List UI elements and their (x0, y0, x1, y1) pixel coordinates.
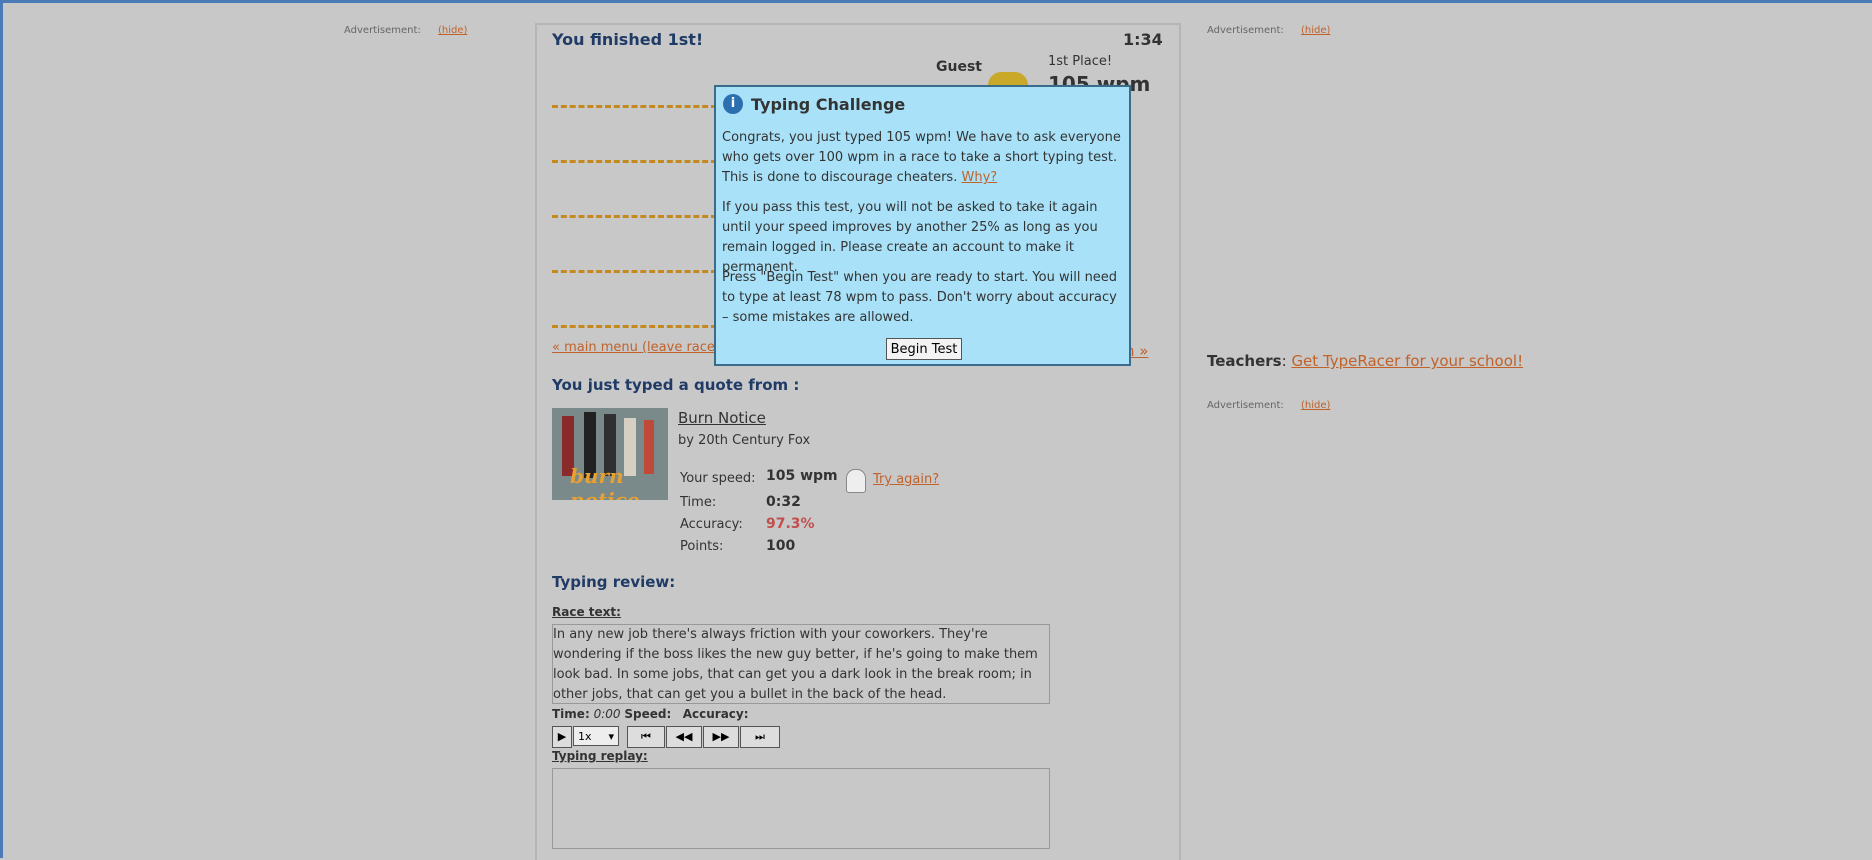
quote-author: by 20th Century Fox (678, 433, 811, 448)
try-again-link[interactable]: Try again? (873, 472, 939, 487)
skip-to-end-icon[interactable]: ⏭ (740, 726, 780, 748)
dialog-text-1: Congrats, you just typed 105 wpm! We hav… (722, 130, 1121, 185)
replay-time-label: Time: (552, 707, 590, 721)
teachers-promo: Teachers: Get TypeRacer for your school! (1207, 352, 1524, 370)
dialog-paragraph-2: If you pass this test, you will not be a… (722, 200, 1098, 275)
time-value: 0:32 (766, 494, 801, 510)
typing-replay-label: Typing replay: (552, 749, 648, 763)
replay-speed-label: Speed: (624, 707, 672, 721)
replay-time-value: 0:00 (593, 707, 621, 721)
info-icon: i (723, 94, 743, 114)
points-label: Points: (680, 539, 724, 554)
quote-title-link[interactable]: Burn Notice (678, 409, 766, 427)
replay-accuracy-label: Accuracy: (682, 707, 749, 721)
teachers-link[interactable]: Get TypeRacer for your school! (1291, 352, 1523, 370)
typing-replay-box (552, 768, 1050, 849)
ad-label-text: Advertisement: (344, 25, 421, 36)
ad-label-right-lower: Advertisement: (hide) (1207, 400, 1330, 411)
rewind-icon[interactable]: ◀◀ (666, 726, 702, 748)
accuracy-label: Accuracy: (680, 517, 743, 532)
race-text-label: Race text: (552, 605, 621, 619)
ad-label-text: Advertisement: (1207, 400, 1284, 411)
points-value: 100 (766, 538, 796, 554)
speed-value: 105 wpm (766, 468, 838, 484)
dialog-title: Typing Challenge (751, 95, 906, 114)
race-track-lane (552, 215, 717, 218)
typing-challenge-dialog: i Typing Challenge Congrats, you just ty… (714, 85, 1131, 366)
ghost-icon[interactable] (846, 469, 866, 493)
race-timer: 1:34 (1123, 30, 1163, 49)
play-icon[interactable]: ▶ (552, 726, 572, 748)
race-track-lane (552, 105, 717, 108)
race-track-lane (552, 270, 717, 273)
replay-stats-line: Time: 0:00 Speed: Accuracy: (552, 707, 749, 721)
ad-hide-link[interactable]: (hide) (1301, 400, 1330, 411)
ad-hide-link[interactable]: (hide) (1301, 25, 1330, 36)
player-place: 1st Place! (1048, 54, 1113, 69)
time-label: Time: (680, 495, 717, 510)
typing-review-heading: Typing review: (552, 573, 676, 591)
speed-label: Your speed: (680, 471, 756, 486)
quote-poster-image: burn notice (552, 408, 668, 500)
accuracy-value: 97.3% (766, 516, 815, 532)
ad-label-left: Advertisement: (hide) (344, 25, 467, 36)
poster-logo: burn notice (570, 464, 640, 500)
fast-forward-icon[interactable]: ▶▶ (703, 726, 739, 748)
ad-label-right: Advertisement: (hide) (1207, 25, 1330, 36)
browser-left-edge (0, 0, 3, 858)
teachers-label: Teachers (1207, 352, 1282, 370)
begin-test-button[interactable]: Begin Test (886, 338, 962, 360)
speed-select-value: 1x (578, 730, 592, 743)
main-menu-link[interactable]: « main menu (leave race) (552, 340, 720, 355)
race-track-lane (552, 160, 717, 163)
race-text-box[interactable]: In any new job there's always friction w… (552, 624, 1050, 704)
quote-heading: You just typed a quote from : (552, 376, 800, 394)
player-name: Guest (936, 59, 982, 75)
chevron-down-icon: ▾ (608, 730, 614, 743)
ad-label-text: Advertisement: (1207, 25, 1284, 36)
race-track-lane (552, 325, 717, 328)
skip-to-start-icon[interactable]: ⏮ (627, 726, 665, 748)
browser-top-bar (0, 0, 1872, 3)
dialog-paragraph-3: Press "Begin Test" when you are ready to… (722, 270, 1118, 325)
speed-select[interactable]: 1x ▾ (573, 726, 619, 746)
dialog-paragraph-1: Congrats, you just typed 105 wpm! We hav… (722, 128, 1122, 188)
why-link[interactable]: Why? (961, 170, 997, 185)
ad-hide-link[interactable]: (hide) (438, 25, 467, 36)
race-finished-title: You finished 1st! (552, 30, 704, 49)
